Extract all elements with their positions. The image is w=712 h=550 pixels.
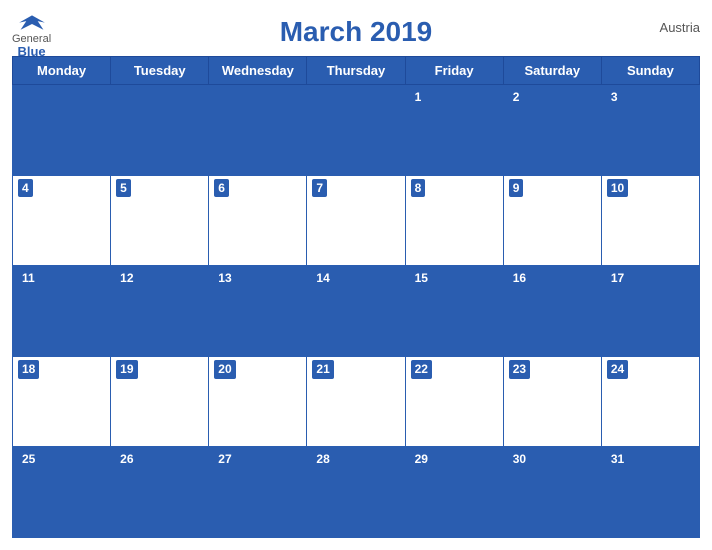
day-number: 12: [116, 269, 137, 288]
calendar-week-row: 4 5 6 7 8 9 10: [13, 175, 700, 266]
calendar-day-cell: 17: [601, 266, 699, 357]
calendar-day-cell: 10: [601, 175, 699, 266]
logo-bird-icon: [17, 14, 47, 34]
day-number: 17: [607, 269, 628, 288]
day-number: 8: [411, 179, 426, 198]
country-label: Austria: [660, 20, 700, 35]
day-number: 21: [312, 360, 333, 379]
calendar-table: Monday Tuesday Wednesday Thursday Friday…: [12, 56, 700, 538]
day-number: 16: [509, 269, 530, 288]
day-number: 19: [116, 360, 137, 379]
day-number: 31: [607, 450, 628, 469]
day-number: 22: [411, 360, 432, 379]
logo: General Blue: [12, 14, 51, 58]
calendar-day-cell: 28: [307, 447, 405, 538]
page-title: March 2019: [280, 16, 433, 48]
col-sunday: Sunday: [601, 57, 699, 85]
day-number: 25: [18, 450, 39, 469]
day-number: 10: [607, 179, 628, 198]
calendar-day-cell: 1: [405, 85, 503, 176]
day-number: 23: [509, 360, 530, 379]
day-number: 5: [116, 179, 131, 198]
calendar-day-cell: 31: [601, 447, 699, 538]
day-number: 24: [607, 360, 628, 379]
weekday-header-row: Monday Tuesday Wednesday Thursday Friday…: [13, 57, 700, 85]
day-number: 2: [509, 88, 524, 107]
calendar-week-row: 1 2 3: [13, 85, 700, 176]
calendar-day-cell: 29: [405, 447, 503, 538]
calendar-day-cell: 7: [307, 175, 405, 266]
col-thursday: Thursday: [307, 57, 405, 85]
day-number: 3: [607, 88, 622, 107]
calendar-day-cell: 4: [13, 175, 111, 266]
day-number: 11: [18, 269, 39, 288]
day-number: 15: [411, 269, 432, 288]
calendar-day-cell: [209, 85, 307, 176]
day-number: 20: [214, 360, 235, 379]
calendar-header: General Blue March 2019 Austria: [12, 10, 700, 56]
calendar-day-cell: [111, 85, 209, 176]
calendar-day-cell: 15: [405, 266, 503, 357]
calendar-day-cell: 20: [209, 356, 307, 447]
day-number: 27: [214, 450, 235, 469]
day-number: 30: [509, 450, 530, 469]
col-friday: Friday: [405, 57, 503, 85]
calendar-week-row: 25 26 27 28 29 30 31: [13, 447, 700, 538]
calendar-day-cell: 23: [503, 356, 601, 447]
calendar-day-cell: [307, 85, 405, 176]
col-wednesday: Wednesday: [209, 57, 307, 85]
day-number: 14: [312, 269, 333, 288]
day-number: 29: [411, 450, 432, 469]
day-number: 1: [411, 88, 426, 107]
calendar-day-cell: [13, 85, 111, 176]
calendar-day-cell: 22: [405, 356, 503, 447]
calendar-week-row: 18 19 20 21 22 23 24: [13, 356, 700, 447]
calendar-week-row: 11 12 13 14 15 16 17: [13, 266, 700, 357]
calendar-day-cell: 18: [13, 356, 111, 447]
day-number: 9: [509, 179, 524, 198]
day-number: 4: [18, 179, 33, 198]
calendar-day-cell: 8: [405, 175, 503, 266]
calendar-day-cell: 21: [307, 356, 405, 447]
day-number: 18: [18, 360, 39, 379]
calendar-day-cell: 6: [209, 175, 307, 266]
calendar-day-cell: 9: [503, 175, 601, 266]
col-tuesday: Tuesday: [111, 57, 209, 85]
calendar-day-cell: 25: [13, 447, 111, 538]
logo-blue-text: Blue: [17, 45, 45, 58]
calendar-day-cell: 12: [111, 266, 209, 357]
day-number: 26: [116, 450, 137, 469]
calendar-day-cell: 19: [111, 356, 209, 447]
day-number: 6: [214, 179, 229, 198]
calendar-day-cell: 5: [111, 175, 209, 266]
calendar-day-cell: 16: [503, 266, 601, 357]
calendar-day-cell: 30: [503, 447, 601, 538]
col-saturday: Saturday: [503, 57, 601, 85]
col-monday: Monday: [13, 57, 111, 85]
calendar-day-cell: 3: [601, 85, 699, 176]
calendar-day-cell: 26: [111, 447, 209, 538]
calendar-day-cell: 2: [503, 85, 601, 176]
calendar-day-cell: 14: [307, 266, 405, 357]
calendar-day-cell: 24: [601, 356, 699, 447]
calendar-day-cell: 27: [209, 447, 307, 538]
day-number: 28: [312, 450, 333, 469]
calendar-day-cell: 11: [13, 266, 111, 357]
day-number: 7: [312, 179, 327, 198]
day-number: 13: [214, 269, 235, 288]
calendar-day-cell: 13: [209, 266, 307, 357]
calendar-page: General Blue March 2019 Austria Monday T…: [0, 0, 712, 550]
